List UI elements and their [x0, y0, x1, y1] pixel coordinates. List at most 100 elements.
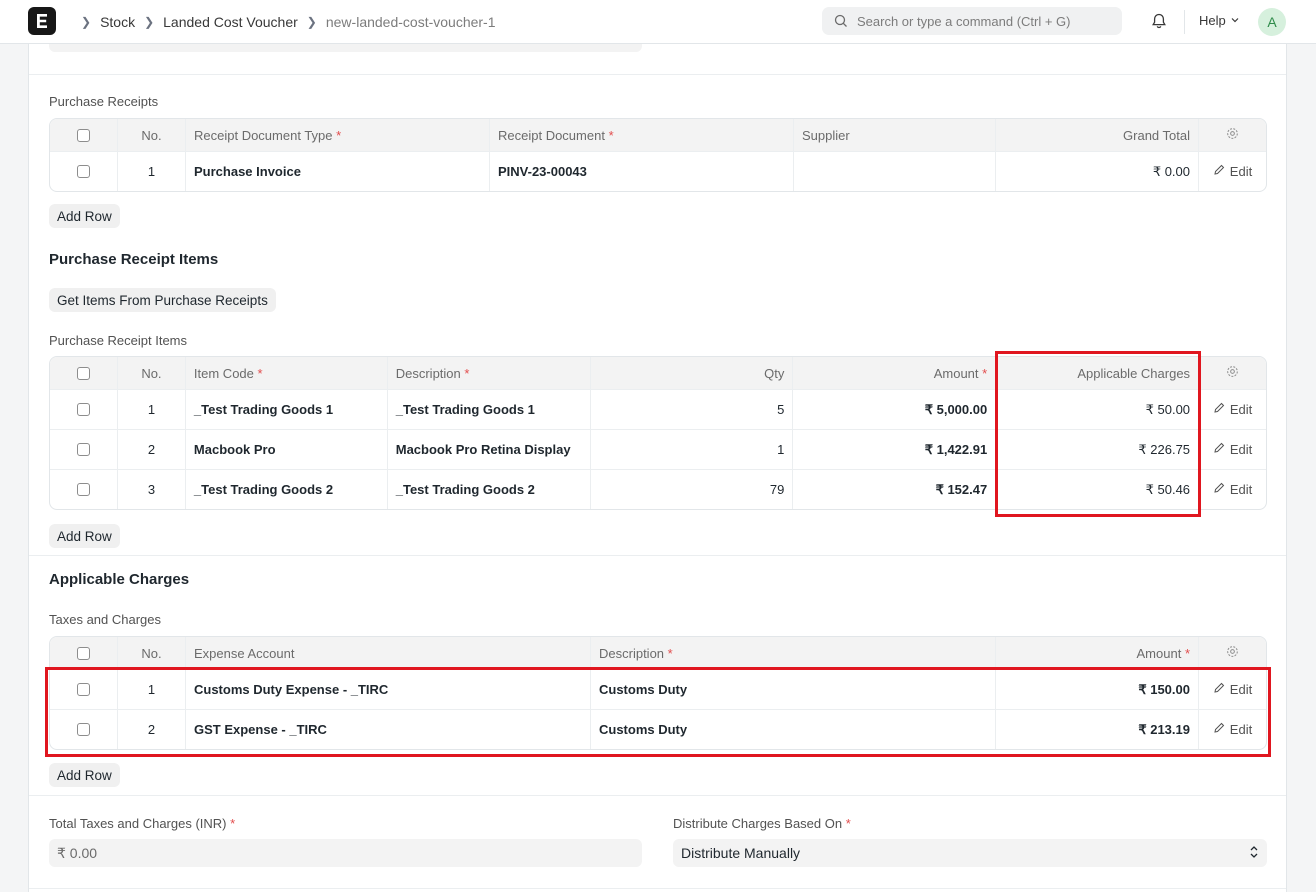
notification-bell-icon[interactable] [1150, 12, 1168, 33]
search-input[interactable]: Search or type a command (Ctrl + G) [822, 7, 1122, 35]
select-arrows-icon [1249, 845, 1259, 862]
navbar-divider [1184, 10, 1185, 34]
col-item-code: Item Code * [186, 357, 388, 389]
col-expense-account: Expense Account [186, 637, 591, 669]
cell-amount[interactable]: ₹ 152.47 [793, 470, 997, 509]
breadcrumb-stock[interactable]: Stock [100, 14, 135, 30]
cell-item-code[interactable]: Macbook Pro [186, 430, 388, 469]
purchase-receipts-label: Purchase Receipts [49, 94, 159, 109]
select-all-checkbox[interactable] [76, 366, 90, 380]
required-mark: * [464, 365, 470, 381]
taxes-rows-highlight [45, 667, 1271, 757]
help-menu[interactable]: Help [1199, 13, 1240, 28]
section-divider [29, 555, 1286, 556]
add-row-button[interactable]: Add Row [49, 763, 120, 787]
distribute-charges-select[interactable]: Distribute Manually [673, 839, 1267, 867]
edit-row-button[interactable]: Edit [1207, 442, 1258, 457]
col-no: No. [118, 357, 186, 389]
cell-qty[interactable]: 5 [591, 390, 794, 429]
cell-item-code[interactable]: _Test Trading Goods 2 [186, 470, 388, 509]
help-label: Help [1199, 13, 1226, 28]
purchase-receipts-grid: No. Receipt Document Type * Receipt Docu… [49, 118, 1267, 192]
required-mark: * [982, 365, 988, 381]
section-title-receipt-items: Purchase Receipt Items [49, 251, 219, 268]
edit-row-button[interactable]: Edit [1207, 402, 1258, 417]
field-label: Distribute Charges Based On [673, 816, 843, 831]
col-no: No. [118, 119, 186, 151]
col-amount: Amount * [996, 637, 1199, 669]
app-logo-icon[interactable] [28, 7, 56, 35]
grid-header-row: No. Expense Account Description * Amount… [50, 637, 1266, 669]
settings-gear-icon[interactable] [1226, 365, 1239, 381]
cell-grand-total[interactable]: ₹ 0.00 [996, 152, 1199, 191]
row-checkbox[interactable] [77, 165, 90, 178]
cell-qty[interactable]: 79 [591, 470, 794, 509]
settings-gear-icon[interactable] [1226, 645, 1239, 661]
row-no: 3 [118, 470, 186, 509]
taxes-and-charges-label: Taxes and Charges [49, 612, 162, 627]
cell-doc[interactable]: PINV-23-00043 [490, 152, 794, 191]
edit-label: Edit [1229, 482, 1253, 497]
applicable-charges-highlight [995, 351, 1201, 517]
chevron-right-icon: ❯ [81, 15, 92, 29]
edit-row-button[interactable]: Edit [1207, 164, 1258, 179]
search-icon [834, 14, 848, 28]
cell-description[interactable]: _Test Trading Goods 1 [388, 390, 591, 429]
cell-description[interactable]: Macbook Pro Retina Display [388, 430, 591, 469]
table-row[interactable]: 1 Purchase Invoice PINV-23-00043 ₹ 0.00 … [50, 151, 1266, 191]
total-taxes-label: Total Taxes and Charges (INR) * [49, 816, 235, 831]
cell-description[interactable]: _Test Trading Goods 2 [388, 470, 591, 509]
cell-qty[interactable]: 1 [591, 430, 794, 469]
pencil-icon [1213, 402, 1225, 417]
required-mark: * [257, 365, 263, 381]
row-checkbox[interactable] [76, 403, 90, 416]
select-all-checkbox[interactable] [77, 646, 90, 660]
col-label: Receipt Document Type [194, 127, 333, 143]
row-checkbox[interactable] [76, 483, 90, 496]
distribute-charges-label: Distribute Charges Based On * [673, 816, 851, 831]
avatar[interactable]: A [1258, 8, 1286, 36]
breadcrumb-current-doc[interactable]: new-landed-cost-voucher-1 [326, 14, 496, 30]
get-items-button[interactable]: Get Items From Purchase Receipts [49, 288, 276, 312]
col-amount: Amount * [793, 357, 997, 389]
cell-item-code[interactable]: _Test Trading Goods 1 [186, 390, 388, 429]
receipt-items-label: Purchase Receipt Items [49, 333, 188, 348]
required-mark: * [608, 127, 614, 143]
edit-label: Edit [1229, 442, 1253, 457]
top-navbar: ❯ Stock ❯ Landed Cost Voucher ❯ new-land… [0, 0, 1316, 44]
settings-gear-icon[interactable] [1226, 127, 1239, 143]
select-all-checkbox[interactable] [77, 128, 90, 142]
total-taxes-field[interactable]: ₹ 0.00 [49, 839, 642, 867]
breadcrumb-landed-cost-voucher[interactable]: Landed Cost Voucher [163, 14, 298, 30]
chevron-down-icon [1230, 13, 1240, 28]
col-qty: Qty [591, 357, 794, 389]
row-no: 2 [118, 430, 186, 469]
section-divider [29, 888, 1286, 889]
cell-supplier[interactable] [794, 152, 996, 191]
section-divider [29, 795, 1286, 796]
edit-label: Edit [1229, 164, 1253, 179]
pencil-icon [1213, 482, 1225, 497]
col-label: Amount [933, 365, 979, 381]
section-title-applicable-charges: Applicable Charges [49, 571, 190, 588]
field-label: Total Taxes and Charges (INR) [49, 816, 227, 831]
cell-amount[interactable]: ₹ 1,422.91 [793, 430, 997, 469]
grid-header-row: No. Receipt Document Type * Receipt Docu… [50, 119, 1266, 151]
edit-row-button[interactable]: Edit [1207, 482, 1258, 497]
col-label: Item Code [193, 365, 254, 381]
add-row-button[interactable]: Add Row [49, 524, 120, 548]
cell-amount[interactable]: ₹ 5,000.00 [793, 390, 997, 429]
cell-doc-type[interactable]: Purchase Invoice [186, 152, 490, 191]
row-checkbox[interactable] [76, 443, 90, 456]
breadcrumb: ❯ Stock ❯ Landed Cost Voucher ❯ new-land… [72, 0, 496, 44]
row-no: 1 [118, 152, 186, 191]
required-mark: * [667, 645, 673, 661]
section-divider [29, 74, 1286, 75]
add-row-button[interactable]: Add Row [49, 204, 120, 228]
col-supplier: Supplier [794, 119, 996, 151]
chevron-right-icon: ❯ [306, 15, 317, 29]
form-card: Purchase Receipts No. Receipt Document T… [28, 38, 1287, 892]
row-no: 1 [118, 390, 186, 429]
pencil-icon [1213, 442, 1225, 457]
required-mark: * [336, 127, 342, 143]
